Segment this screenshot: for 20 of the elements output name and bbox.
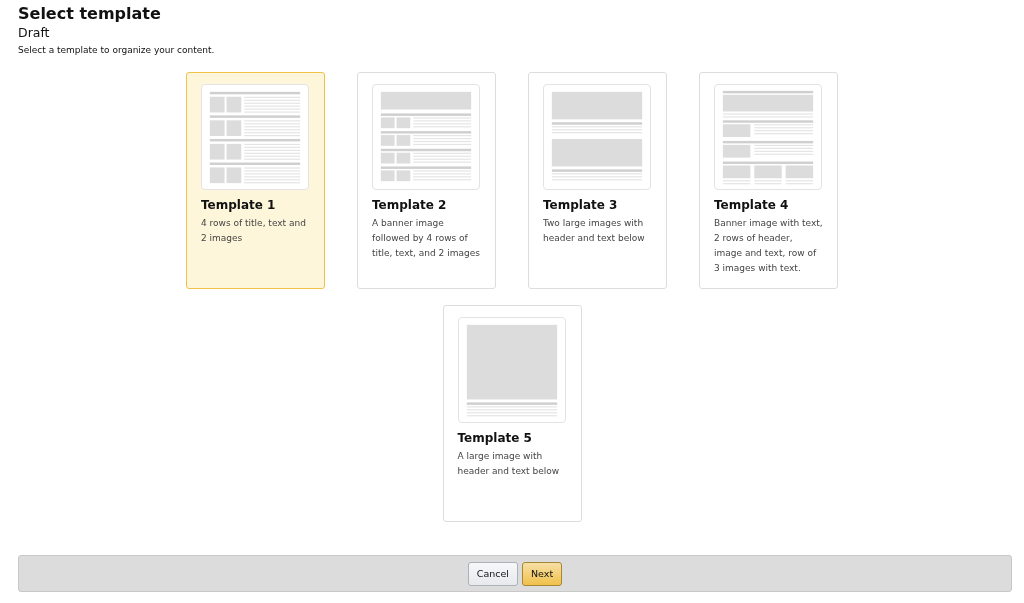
- template-card[interactable]: Template 4 Banner image with text, 2 rows of header, image and text, row of 3 images with text.: [699, 72, 838, 289]
- instructions-text: Select a template to organize your content.: [18, 44, 216, 57]
- template-card[interactable]: Template 5 A large image with header and text below: [442, 305, 582, 522]
- cancel-button[interactable]: Cancel: [467, 561, 518, 586]
- template-title: Template 3: [543, 197, 619, 213]
- template-card[interactable]: Template 1 4 rows of title, text and 2 images: [186, 72, 325, 289]
- template-description: A large image with header and text below: [457, 450, 561, 478]
- template-title: Template 4: [714, 197, 790, 213]
- template-card[interactable]: Template 3 Two large images with header and text below: [528, 72, 667, 289]
- template-description: Two large images with header and text below: [543, 217, 646, 245]
- template-title: Template 2: [372, 197, 448, 213]
- template-description: Banner image with text, 2 rows of header, image and text, row of 3 images with text.: [714, 217, 823, 275]
- template-description: A banner image followed by 4 rows of title, text, and 2 images: [372, 217, 481, 260]
- template-card[interactable]: Template 2 A banner image followed by 4 rows of title, text, and 2 images: [357, 72, 496, 289]
- page-title: Select template: [18, 4, 162, 24]
- next-button[interactable]: Next: [522, 561, 563, 586]
- template-description: 4 rows of title, text and 2 images: [201, 217, 307, 245]
- template-title: Template 1: [201, 197, 277, 213]
- template-title: Template 5: [457, 430, 533, 446]
- page-subtitle: Draft: [18, 24, 51, 41]
